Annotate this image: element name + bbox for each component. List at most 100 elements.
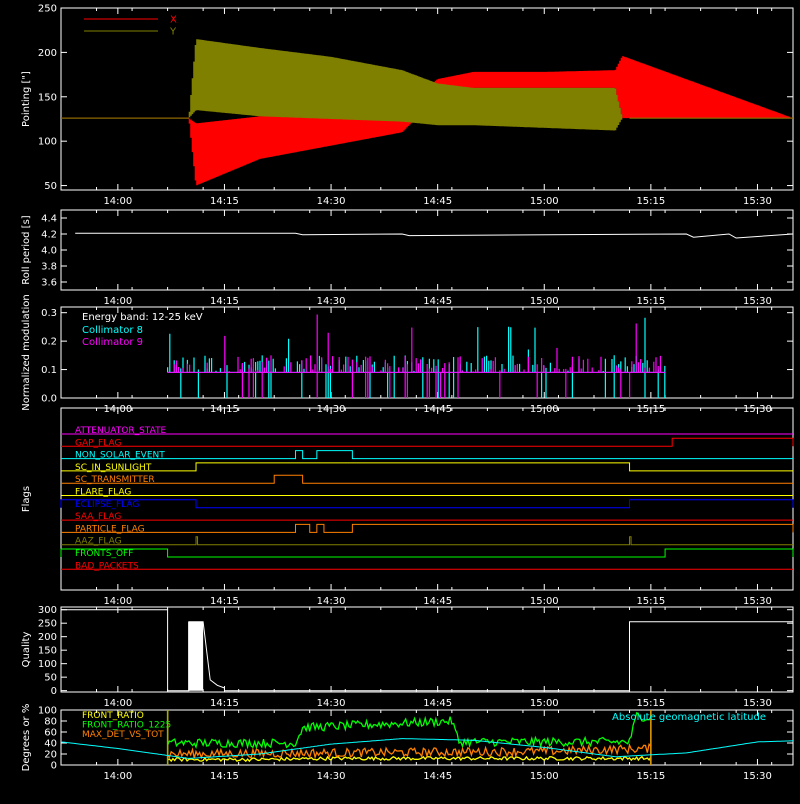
x-tick-label: 15:15 (636, 196, 665, 207)
flag-line (60, 548, 794, 558)
x-tick-label: 14:45 (423, 596, 452, 607)
y-tick-label: 100 (38, 706, 57, 717)
x-tick-label: 15:00 (530, 196, 559, 207)
y-tick-label: 4.0 (41, 246, 57, 257)
y-tick-label: 0.0 (41, 394, 57, 405)
flag-line (61, 462, 793, 472)
y-tick-label: 0.1 (41, 365, 57, 376)
legend-label: Collimator 8 (82, 325, 143, 336)
x-tick-label: 15:00 (530, 698, 559, 709)
x-tick-label: 14:00 (103, 296, 132, 307)
x-tick-label: 14:15 (210, 596, 239, 607)
x-tick-label: 14:45 (423, 698, 452, 709)
legend-label: FRONT_RATIO (82, 711, 144, 721)
x-tick-label: 14:30 (317, 698, 346, 709)
plot-frame (60, 606, 794, 693)
y-tick-label: 4.4 (41, 214, 57, 225)
y-tick-label: 250 (38, 4, 57, 15)
flag-label: ECLIPSE_FLAG (75, 500, 139, 510)
y-axis-label: Roll period [s] (21, 215, 32, 284)
x-tick-label: 14:15 (210, 296, 239, 307)
y-axis-label: Pointing ["] (21, 71, 32, 127)
x-tick-label: 14:00 (103, 596, 132, 607)
flag-label: GAP_FLAG (75, 438, 121, 448)
y-tick-label: 100 (38, 137, 57, 148)
y-tick-label: 150 (38, 646, 57, 657)
y-tick-label: 3.8 (41, 262, 57, 273)
x-tick-label: 15:15 (636, 698, 665, 709)
legend-label: X (170, 15, 177, 26)
x-tick-label: 14:00 (103, 698, 132, 709)
x-tick-label: 15:30 (743, 771, 772, 782)
y-tick-label: 0.3 (41, 308, 57, 319)
flag-label: SC_IN_SUNLIGHT (75, 463, 152, 473)
y-tick-label: 60 (44, 728, 57, 739)
flag-label: AAZ_FLAG (75, 537, 122, 547)
x-tick-label: 15:00 (530, 596, 559, 607)
latitude-annotation: Absolute geomagnetic latitude (612, 712, 766, 723)
y-tick-label: 20 (44, 750, 57, 761)
y-tick-label: 100 (38, 659, 57, 670)
y-tick-label: 150 (38, 92, 57, 103)
x-tick-label: 15:30 (743, 196, 772, 207)
legend-label: FRONT_RATIO_1225 (82, 721, 171, 731)
y-axis-label: Flags (21, 486, 32, 512)
flag-line (61, 474, 793, 484)
plot-frame (60, 209, 794, 291)
y-tick-label: 4.2 (41, 230, 57, 241)
x-tick-label: 14:45 (423, 196, 452, 207)
y-axis-label: Degrees or % (21, 704, 32, 772)
x-tick-label: 14:15 (210, 698, 239, 709)
flag-label: BAD_PACKETS (75, 561, 139, 571)
energy-band-annotation: Energy band: 12-25 keV (82, 312, 203, 323)
panel-quality: 14:00 14:15 14:30 14:45 15:00 15:15 15:30 0 50 10… (21, 605, 794, 709)
chart-figure: 14:00 14:15 14:30 14:45 15:00 15:15 15:30 50 100… (0, 0, 800, 800)
x-tick-label: 14:45 (423, 296, 452, 307)
y-tick-label: 50 (44, 181, 57, 192)
x-tick-label: 15:15 (636, 296, 665, 307)
x-tick-label: 14:15 (210, 196, 239, 207)
multi-panel-chart: 14:00 14:15 14:30 14:45 15:00 15:15 15:30 50 100… (21, 4, 794, 782)
roll-period-line (75, 232, 794, 239)
flag-line (61, 536, 793, 546)
ratio-series-2 (166, 710, 652, 765)
x-tick-label: 14:45 (423, 771, 452, 782)
y-axis-label: Normalized modulation (21, 294, 32, 411)
y-tick-label: 40 (44, 739, 57, 750)
flag-line (61, 437, 794, 447)
panel-modulation: 14:00 14:15 14:30 14:45 15:00 15:15 15:30 0.0 0.… (21, 294, 794, 415)
y-tick-label: 80 (44, 717, 57, 728)
y-tick-label: 3.6 (41, 278, 57, 289)
panel-flags: 14:00 14:15 14:30 14:45 15:00 15:15 15:30 Flags… (21, 407, 794, 607)
x-tick-label: 15:15 (636, 596, 665, 607)
y-tick-label: 300 (38, 605, 57, 616)
x-tick-label: 14:00 (103, 771, 132, 782)
x-tick-label: 14:30 (317, 596, 346, 607)
flag-line (60, 499, 794, 509)
plot-frame (60, 407, 794, 591)
legend-label: MAX_DET_VS_TOT (82, 730, 164, 740)
y-tick-label: 200 (38, 632, 57, 643)
x-tick-label: 15:00 (530, 296, 559, 307)
quality-fill (188, 621, 204, 691)
x-tick-label: 14:30 (317, 771, 346, 782)
flag-label: SAA_FLAG (75, 512, 121, 522)
modulation-spikes-1 (173, 314, 661, 398)
x-tick-label: 14:30 (317, 196, 346, 207)
y-tick-label: 0 (51, 761, 57, 772)
flag-line (61, 450, 793, 460)
flag-label: PARTICLE_FLAG (75, 524, 145, 534)
y-tick-label: 250 (38, 619, 57, 630)
flag-label: NON_SOLAR_EVENT (75, 451, 165, 461)
legend-label: Y (169, 27, 177, 38)
x-tick-label: 15:30 (743, 596, 772, 607)
y-tick-label: 0.2 (41, 337, 57, 348)
y-tick-label: 200 (38, 48, 57, 59)
x-tick-label: 14:00 (103, 196, 132, 207)
y-tick-label: 50 (44, 673, 57, 684)
legend-label: Collimator 9 (82, 337, 143, 348)
flag-line (61, 523, 794, 533)
flag-label: SC_TRANSMITTER (75, 475, 155, 485)
x-tick-label: 15:15 (636, 771, 665, 782)
x-tick-label: 15:30 (743, 296, 772, 307)
